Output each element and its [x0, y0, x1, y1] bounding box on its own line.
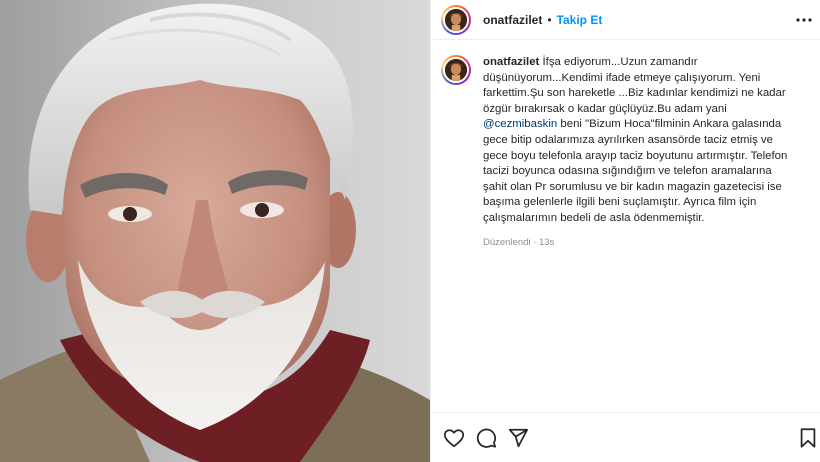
profile-avatar[interactable]	[441, 4, 471, 35]
mention-link[interactable]: @cezmibaskin	[483, 118, 557, 130]
avatar-image	[445, 8, 467, 31]
caption-avatar[interactable]	[441, 55, 471, 85]
edited-label: Düzenlendi	[483, 236, 531, 248]
caption-meta: Düzenlendi · 13s	[483, 235, 797, 251]
meta-separator: ·	[530, 236, 539, 248]
heart-icon[interactable]	[443, 427, 465, 449]
action-bar	[431, 412, 820, 462]
more-options-icon[interactable]	[795, 11, 813, 29]
comment-icon[interactable]	[475, 427, 497, 449]
caption-text: onatfazilet İfşa ediyorum...Uzun zamandı…	[483, 55, 797, 227]
post-header: onatfazilet • Takip Et	[431, 0, 820, 40]
caption-username[interactable]: onatfazilet	[483, 56, 539, 68]
send-icon[interactable]	[507, 427, 529, 449]
bookmark-icon[interactable]	[797, 427, 819, 449]
post-author-username[interactable]: onatfazilet	[483, 13, 542, 27]
header-separator: •	[547, 12, 552, 27]
post-panel: onatfazilet • Takip Et onatfazilet İfşa …	[430, 0, 820, 462]
timestamp[interactable]: 13s	[539, 237, 554, 248]
post-caption: onatfazilet İfşa ediyorum...Uzun zamandı…	[441, 55, 811, 250]
follow-button[interactable]: Takip Et	[557, 13, 603, 27]
avatar-image	[445, 59, 467, 81]
caption-body: onatfazilet İfşa ediyorum...Uzun zamandı…	[483, 55, 797, 250]
portrait-image	[0, 0, 430, 462]
caption-text-part-2: beni "Bizum Hoca"filminin Ankara galasın…	[483, 118, 788, 224]
post-photo[interactable]	[0, 0, 430, 462]
